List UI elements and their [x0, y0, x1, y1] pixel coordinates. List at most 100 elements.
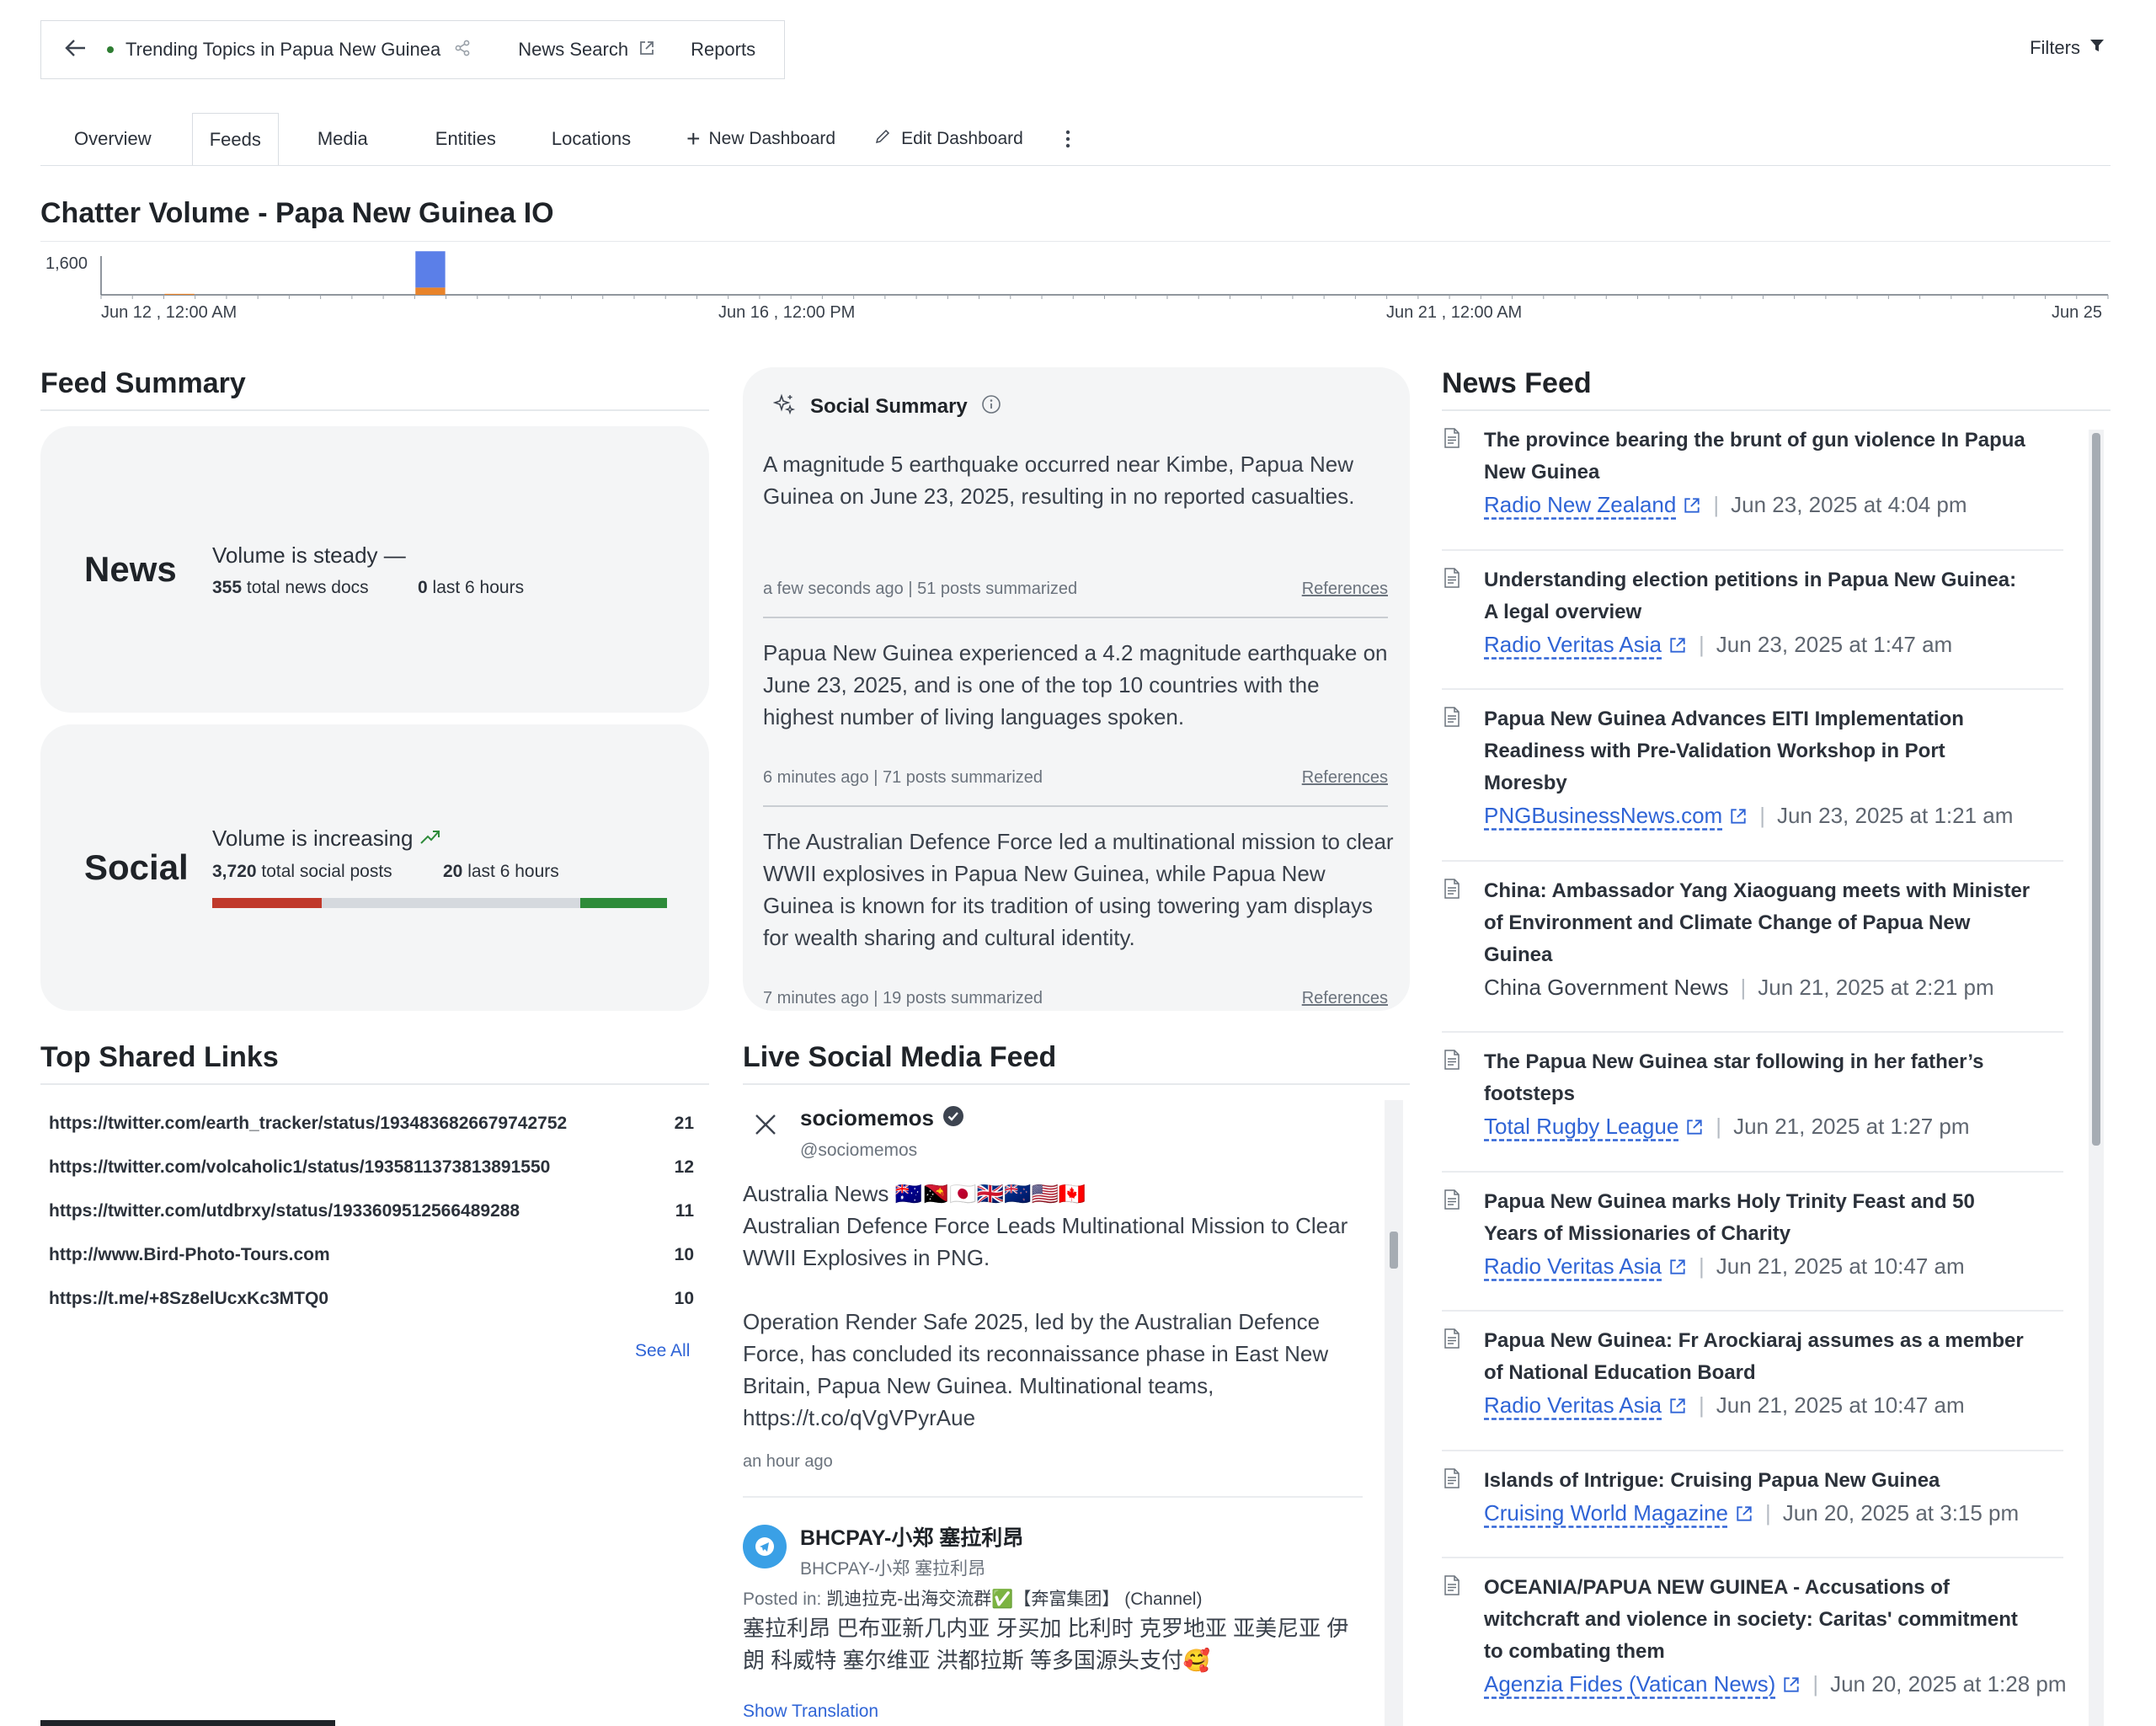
feed-summary-title: Feed Summary	[40, 367, 246, 399]
news-title[interactable]: Papua New Guinea marks Holy Trinity Feas…	[1484, 1186, 1975, 1218]
social-recent: 20 last 6 hours	[443, 862, 559, 882]
external-link-icon[interactable]	[1729, 807, 1748, 826]
external-link-icon[interactable]	[1668, 1397, 1687, 1415]
references-link[interactable]: References	[1302, 989, 1388, 1008]
sentiment-neutral-segment	[321, 898, 581, 908]
posted-in-channel[interactable]: 凯迪拉克-出海交流群✅【奔富集团】 (Channel)	[826, 1590, 1202, 1609]
external-link-icon[interactable]	[1782, 1675, 1801, 1694]
news-date: Jun 23, 2025 at 1:47 am	[1716, 632, 1953, 657]
news-feed-title: News Feed	[1442, 367, 1592, 399]
link-row[interactable]: http://www.Bird-Photo-Tours.com 10	[49, 1245, 694, 1289]
see-all-link[interactable]: See All	[635, 1341, 690, 1361]
link-count: 10	[674, 1289, 694, 1308]
news-feed-scrollbar[interactable]	[2089, 430, 2104, 1726]
news-source-link[interactable]: Radio Veritas Asia	[1484, 632, 1662, 658]
news-title[interactable]: A legal overview	[1484, 596, 1641, 628]
document-icon	[1444, 568, 1460, 592]
link-row[interactable]: https://twitter.com/volcaholic1/status/1…	[49, 1157, 694, 1201]
news-title[interactable]: Years of Missionaries of Charity	[1484, 1218, 1790, 1250]
link-url[interactable]: https://twitter.com/earth_tracker/status…	[49, 1114, 567, 1157]
news-title[interactable]: OCEANIA/PAPUA NEW GUINEA - Accusations o…	[1484, 1572, 1950, 1604]
social-label: Social	[84, 847, 189, 887]
post-author-handle: BHCPAY-小郑 塞拉利昂	[800, 1559, 986, 1579]
plus-icon: +	[686, 126, 701, 152]
news-source-link[interactable]: Radio Veritas Asia	[1484, 1253, 1662, 1280]
news-summary-card: News Volume is steady — 355 total news d…	[40, 426, 709, 713]
scrollbar-thumb[interactable]	[2092, 433, 2100, 1146]
info-icon[interactable]	[981, 394, 1001, 419]
external-link-icon[interactable]	[1668, 1258, 1687, 1276]
link-url[interactable]: https://twitter.com/utdbrxy/status/19336…	[49, 1201, 520, 1245]
external-link-icon[interactable]	[1683, 496, 1701, 515]
news-title[interactable]: of National Education Board	[1484, 1357, 1756, 1389]
link-url[interactable]: http://www.Bird-Photo-Tours.com	[49, 1245, 330, 1289]
news-title[interactable]: New Guinea	[1484, 457, 1599, 489]
tab-locations[interactable]: Locations	[530, 113, 664, 165]
news-title[interactable]: China: Ambassador Yang Xiaoguang meets w…	[1484, 875, 2030, 907]
link-row[interactable]: https://twitter.com/earth_tracker/status…	[49, 1114, 694, 1157]
tab-entities[interactable]: Entities	[402, 113, 530, 165]
news-search-link[interactable]: News Search	[518, 39, 628, 61]
news-source-link[interactable]: Radio Veritas Asia	[1484, 1392, 1662, 1419]
reports-link[interactable]: Reports	[691, 39, 755, 61]
news-title[interactable]: The province bearing the brunt of gun vi…	[1484, 425, 2025, 457]
news-title[interactable]: to combating them	[1484, 1636, 1665, 1668]
more-options-icon[interactable]	[1040, 113, 1096, 165]
news-title[interactable]: Islands of Intrigue: Cruising Papua New …	[1484, 1465, 1940, 1497]
arrow-left-icon[interactable]	[65, 35, 90, 64]
link-url[interactable]: https://twitter.com/volcaholic1/status/1…	[49, 1157, 550, 1201]
news-title[interactable]: Understanding election petitions in Papu…	[1484, 564, 2016, 596]
references-link[interactable]: References	[1302, 768, 1388, 788]
news-source-link: China Government News	[1484, 975, 1729, 1000]
social-total-label: total social posts	[261, 862, 392, 881]
trending-up-icon	[419, 826, 441, 851]
chart-bar[interactable]	[415, 251, 446, 288]
post-author-name[interactable]: BHCPAY-小郑 塞拉利昂	[800, 1521, 1023, 1552]
news-title[interactable]: Papua New Guinea Advances EITI Implement…	[1484, 703, 1964, 735]
edit-dashboard-button[interactable]: Edit Dashboard	[857, 113, 1040, 165]
link-row[interactable]: https://twitter.com/utdbrxy/status/19336…	[49, 1201, 694, 1245]
news-date: Jun 21, 2025 at 10:47 am	[1716, 1253, 1965, 1279]
link-url[interactable]: https://t.me/+8Sz8elUcxKc3MTQ0	[49, 1289, 328, 1333]
external-link-icon[interactable]	[1735, 1504, 1753, 1523]
link-row[interactable]: https://t.me/+8Sz8elUcxKc3MTQ0 10	[49, 1289, 694, 1333]
scrollbar-thumb[interactable]	[1390, 1232, 1398, 1269]
news-source-link[interactable]: Agenzia Fides (Vatican News)	[1484, 1671, 1775, 1697]
news-title[interactable]: Moresby	[1484, 767, 1567, 799]
summary-meta: a few seconds ago | 51 posts summarized	[763, 580, 1078, 598]
news-title[interactable]: Readiness with Pre-Validation Workshop i…	[1484, 735, 1945, 767]
news-title[interactable]: footsteps	[1484, 1078, 1575, 1110]
show-translation-link[interactable]: Show Translation	[743, 1702, 878, 1722]
chart-bar[interactable]	[164, 293, 195, 295]
external-link-icon[interactable]	[1685, 1118, 1704, 1136]
news-source-link[interactable]: Cruising World Magazine	[1484, 1500, 1728, 1526]
chart-bar[interactable]	[415, 287, 446, 295]
new-dashboard-button[interactable]: + New Dashboard	[664, 113, 857, 165]
summary-meta: 7 minutes ago | 19 posts summarized	[763, 989, 1043, 1007]
news-source-link[interactable]: PNGBusinessNews.com	[1484, 803, 1722, 829]
share-icon[interactable]	[454, 40, 471, 61]
document-icon	[1444, 1050, 1460, 1074]
news-source-link[interactable]: Total Rugby League	[1484, 1114, 1678, 1140]
news-title[interactable]: witchcraft and violence in society: Cari…	[1484, 1604, 2018, 1636]
post-author[interactable]: sociomemos	[800, 1105, 964, 1131]
filters-button[interactable]: Filters	[2030, 37, 2105, 59]
tab-overview[interactable]: Overview	[40, 113, 185, 165]
news-title[interactable]: Papua New Guinea: Fr Arockiaraj assumes …	[1484, 1325, 2024, 1357]
breadcrumb-title[interactable]: Trending Topics in Papua New Guinea	[125, 39, 440, 61]
news-source-row: Total Rugby League | Jun 21, 2025 at 1:27 …	[1484, 1114, 1970, 1140]
tab-media[interactable]: Media	[286, 113, 402, 165]
document-icon	[1444, 1189, 1460, 1214]
news-source-link[interactable]: Radio New Zealand	[1484, 492, 1676, 518]
external-link-icon[interactable]	[1668, 636, 1687, 655]
news-divider	[1442, 860, 2063, 862]
post-author-name[interactable]: sociomemos	[800, 1105, 934, 1131]
tab-feeds[interactable]: Feeds	[191, 113, 279, 165]
news-title[interactable]: The Papua New Guinea star following in h…	[1484, 1046, 1983, 1078]
news-divider	[1442, 1310, 2063, 1312]
references-link[interactable]: References	[1302, 580, 1388, 599]
news-title[interactable]: of Environment and Climate Change of Pap…	[1484, 907, 1970, 939]
posted-in: Posted in: 凯迪拉克-出海交流群✅【奔富集团】 (Channel)	[743, 1585, 1202, 1611]
live-feed-scrollbar[interactable]	[1385, 1100, 1403, 1726]
news-title[interactable]: Guinea	[1484, 939, 1552, 971]
